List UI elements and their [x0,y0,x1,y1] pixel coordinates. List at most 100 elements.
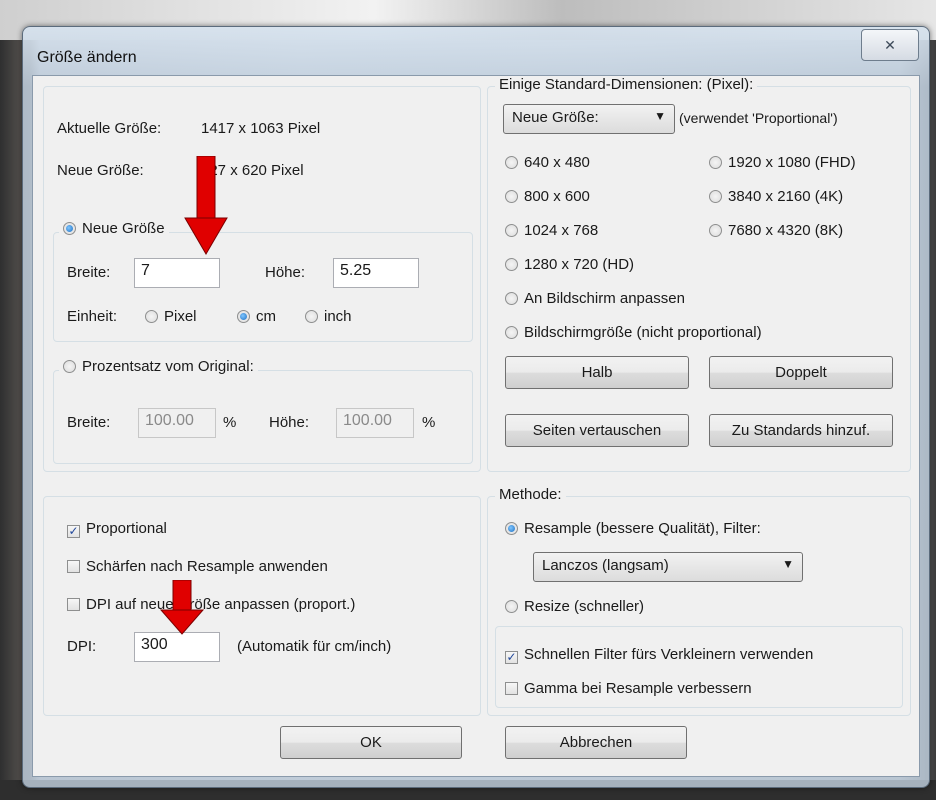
opt-1920-label: 1920 x 1080 (FHD) [728,154,856,171]
dpi-adjust-label: DPI auf neue Größe anpassen (proport.) [86,596,356,613]
standard-dropdown-value: Neue Größe: [512,109,599,126]
opt-1920-radio[interactable] [709,156,722,169]
percent-height-label: Höhe: [269,414,310,431]
opt-640[interactable]: 640 x 480 [505,154,590,171]
opt-7680-label: 7680 x 4320 (8K) [728,222,844,239]
unit-cm-radio[interactable] [237,310,250,323]
swap-sides-button[interactable]: Seiten vertauschen [505,414,689,447]
annotation-arrow-icon [184,156,228,255]
opt-1280[interactable]: 1280 x 720 (HD) [505,256,634,273]
dpi-note: (Automatik für cm/inch) [237,638,392,655]
dialog-title: Größe ändern [37,49,137,66]
standard-title: Einige Standard-Dimensionen: (Pixel): [495,76,758,93]
opt-fit-screen-label: An Bildschirm anpassen [524,290,685,307]
filter-dropdown[interactable]: Lanczos (langsam) ▼ [533,552,803,582]
percent-height-input[interactable]: 100.00 [336,408,414,438]
unit-pixel-label: Pixel [164,308,197,325]
proportional-label: Proportional [86,520,167,537]
resample-label: Resample (bessere Qualität), Filter: [524,520,761,537]
unit-inch-option[interactable]: inch [305,308,352,325]
mode-new-radio[interactable] [63,222,76,235]
new-width-label: Breite: [67,264,111,281]
dpi-adjust-checkbox[interactable] [67,598,80,611]
dpi-input[interactable]: 300 [134,632,220,662]
resize-option[interactable]: Resize (schneller) [505,598,644,615]
close-icon: ✕ [884,36,896,53]
chevron-down-icon: ▼ [782,557,794,571]
filter-dropdown-value: Lanczos (langsam) [542,557,669,574]
gamma-option[interactable]: Gamma bei Resample verbessern [505,680,752,697]
mode-percent-radio[interactable] [63,360,76,373]
fast-filter-label: Schnellen Filter fürs Verkleinern verwen… [524,646,814,663]
opt-fit-screen-radio[interactable] [505,292,518,305]
opt-1024[interactable]: 1024 x 768 [505,222,598,239]
new-height-label: Höhe: [265,264,306,281]
sharpen-option[interactable]: Schärfen nach Resample anwenden [67,558,328,575]
resample-radio[interactable] [505,522,518,535]
cancel-button[interactable]: Abbrechen [505,726,687,759]
standard-dropdown[interactable]: Neue Größe: ▼ [503,104,675,134]
opt-640-label: 640 x 480 [524,154,590,171]
resample-option[interactable]: Resample (bessere Qualität), Filter: [505,520,761,537]
percent-width-label: Breite: [67,414,111,431]
resize-radio[interactable] [505,600,518,613]
mode-new-option[interactable]: Neue Größe [59,220,169,237]
opt-800[interactable]: 800 x 600 [505,188,590,205]
opt-1280-label: 1280 x 720 (HD) [524,256,635,273]
gamma-label: Gamma bei Resample verbessern [524,680,752,697]
mode-percent-option[interactable]: Prozentsatz vom Original: [59,358,258,375]
ok-button[interactable]: OK [280,726,462,759]
resize-dialog: Größe ändern ✕ Aktuelle Größe: 1417 x 10… [22,26,930,788]
opt-1024-label: 1024 x 768 [524,222,599,239]
gamma-checkbox[interactable] [505,682,518,695]
fast-filter-option[interactable]: ✓ Schnellen Filter fürs Verkleinern verwe… [505,646,813,664]
current-size-label: Aktuelle Größe: [57,120,162,137]
half-button[interactable]: Halb [505,356,689,389]
opt-screen-size-radio[interactable] [505,326,518,339]
resize-label: Resize (schneller) [524,598,645,615]
close-button[interactable]: ✕ [861,29,919,61]
dpi-label: DPI: [67,638,97,655]
opt-screen-size-label: Bildschirmgröße (nicht proportional) [524,324,762,341]
new-height-input[interactable]: 5.25 [333,258,419,288]
unit-inch-label: inch [324,308,352,325]
unit-cm-label: cm [256,308,276,325]
proportional-checkbox[interactable]: ✓ [67,525,80,538]
add-to-standards-button[interactable]: Zu Standards hinzuf. [709,414,893,447]
opt-800-radio[interactable] [505,190,518,203]
opt-7680[interactable]: 7680 x 4320 (8K) [709,222,843,239]
opt-3840-radio[interactable] [709,190,722,203]
sharpen-label: Schärfen nach Resample anwenden [86,558,328,575]
opt-fit-screen[interactable]: An Bildschirm anpassen [505,290,685,307]
dialog-client-area: Aktuelle Größe: 1417 x 1063 Pixel Neue G… [32,75,920,777]
new-size-label: Neue Größe: [57,162,144,179]
sharpen-checkbox[interactable] [67,560,80,573]
opt-800-label: 800 x 600 [524,188,590,205]
unit-pixel-option[interactable]: Pixel [145,308,197,325]
percent-width-unit: % [223,414,237,431]
standard-dropdown-note: (verwendet 'Proportional') [679,110,838,126]
mode-percent-label: Prozentsatz vom Original: [82,358,254,375]
percent-width-input[interactable]: 100.00 [138,408,216,438]
new-width-input[interactable]: 7 [134,258,220,288]
opt-640-radio[interactable] [505,156,518,169]
proportional-option[interactable]: ✓ Proportional [67,520,167,538]
unit-pixel-radio[interactable] [145,310,158,323]
unit-inch-radio[interactable] [305,310,318,323]
dpi-adjust-option[interactable]: DPI auf neue Größe anpassen (proport.) [67,596,355,613]
opt-1920[interactable]: 1920 x 1080 (FHD) [709,154,856,171]
unit-label: Einheit: [67,308,118,325]
opt-1024-radio[interactable] [505,224,518,237]
percent-height-unit: % [422,414,436,431]
opt-screen-size[interactable]: Bildschirmgröße (nicht proportional) [505,324,762,341]
method-title: Methode: [495,486,566,503]
fast-filter-checkbox[interactable]: ✓ [505,651,518,664]
chevron-down-icon: ▼ [654,109,666,123]
current-size-value: 1417 x 1063 Pixel [201,120,321,137]
mode-new-label: Neue Größe [82,220,165,237]
unit-cm-option[interactable]: cm [237,308,276,325]
opt-7680-radio[interactable] [709,224,722,237]
opt-3840[interactable]: 3840 x 2160 (4K) [709,188,843,205]
double-button[interactable]: Doppelt [709,356,893,389]
opt-1280-radio[interactable] [505,258,518,271]
